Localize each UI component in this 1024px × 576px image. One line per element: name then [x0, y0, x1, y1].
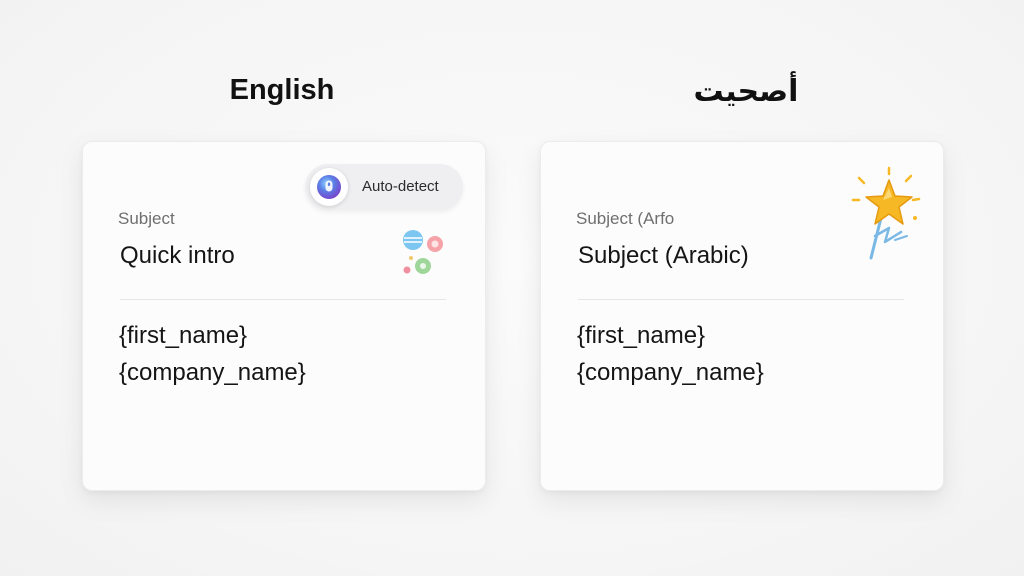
subject-field[interactable]: Subject (Arabic)	[578, 242, 749, 270]
language-bubbles-icon	[403, 230, 443, 274]
subject-label: Subject	[118, 209, 175, 228]
auto-detect-label: Auto-detect	[362, 178, 439, 195]
english-column-title: English	[229, 74, 335, 106]
company-name-placeholder: {company_name}	[119, 359, 306, 386]
divider	[120, 299, 446, 300]
comparison-canvas: English أصحيت Auto-detect Subject Quick …	[0, 0, 1024, 576]
ai-orb-icon	[310, 168, 348, 206]
company-name-placeholder: {company_name}	[577, 359, 764, 386]
arabic-template-card: Subject (Arfo Subject (Arabic) {first_na…	[540, 141, 944, 491]
first-name-placeholder: {first_name}	[119, 322, 248, 349]
arabic-column-title: أصحيت	[693, 74, 799, 109]
sparkle-wand-icon	[851, 166, 921, 260]
divider	[578, 299, 904, 300]
first-name-placeholder: {first_name}	[577, 322, 706, 349]
auto-detect-button[interactable]: Auto-detect	[305, 164, 463, 210]
subject-label: Subject (Arfo	[576, 209, 675, 228]
english-template-card: Auto-detect Subject Quick intro {first_n…	[82, 141, 486, 491]
subject-field[interactable]: Quick intro	[120, 242, 235, 270]
